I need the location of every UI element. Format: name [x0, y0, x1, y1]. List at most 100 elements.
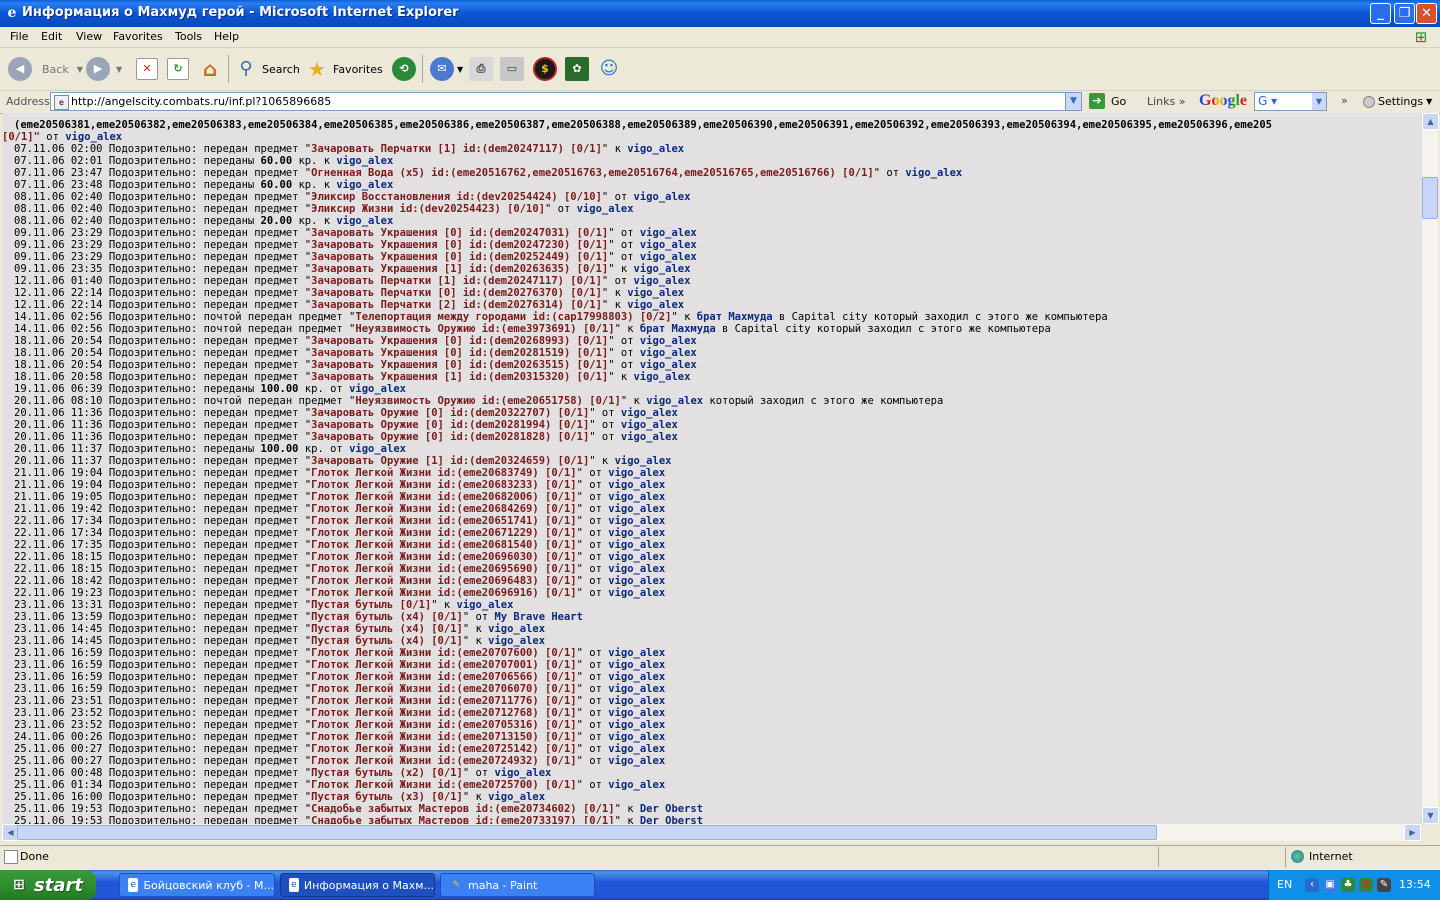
- user-link[interactable]: Der Oberst: [640, 815, 703, 824]
- favorites-button[interactable]: ★ Favorites: [305, 54, 383, 84]
- network-icon[interactable]: ▣: [1323, 878, 1337, 892]
- forward-button[interactable]: ▶ ▼: [86, 54, 122, 84]
- user-link[interactable]: vigo_alex: [608, 515, 665, 527]
- taskbar-item-paint[interactable]: ✎ maha - Paint: [440, 873, 595, 897]
- menu-help[interactable]: Help: [214, 30, 239, 43]
- user-link[interactable]: vigo_alex: [640, 239, 697, 251]
- user-link[interactable]: vigo_alex: [608, 719, 665, 731]
- user-link[interactable]: vigo_alex: [621, 431, 678, 443]
- scroll-right-icon[interactable]: ▶: [1404, 824, 1421, 841]
- user-link[interactable]: vigo_alex: [621, 407, 678, 419]
- continuation-user-link[interactable]: vigo_alex: [65, 131, 122, 143]
- menu-view[interactable]: View: [76, 30, 102, 43]
- user-link[interactable]: брат Махмуда: [640, 323, 716, 335]
- user-link[interactable]: vigo_alex: [608, 527, 665, 539]
- user-link[interactable]: vigo_alex: [608, 539, 665, 551]
- scroll-down-icon[interactable]: ▼: [1422, 807, 1439, 824]
- user-link[interactable]: vigo_alex: [634, 371, 691, 383]
- user-link[interactable]: vigo_alex: [608, 731, 665, 743]
- user-link[interactable]: vigo_alex: [608, 659, 665, 671]
- user-link[interactable]: vigo_alex: [608, 743, 665, 755]
- user-link[interactable]: брат Махмуда: [697, 311, 773, 323]
- user-link[interactable]: vigo_alex: [621, 419, 678, 431]
- more-chevron-icon[interactable]: »: [1341, 94, 1348, 107]
- menu-edit[interactable]: Edit: [41, 30, 62, 43]
- user-link[interactable]: vigo_alex: [627, 143, 684, 155]
- tray-expand-icon[interactable]: ‹: [1305, 878, 1319, 892]
- settings-button[interactable]: Settings ▼: [1363, 95, 1432, 108]
- menu-file[interactable]: File: [10, 30, 28, 43]
- user-link[interactable]: vigo_alex: [608, 503, 665, 515]
- user-link[interactable]: vigo_alex: [336, 215, 393, 227]
- user-link[interactable]: Der Oberst: [640, 803, 703, 815]
- print-button[interactable]: ⎙: [469, 54, 493, 84]
- user-link[interactable]: vigo_alex: [608, 491, 665, 503]
- back-button[interactable]: ◀ Back ▼: [8, 54, 83, 84]
- user-link[interactable]: vigo_alex: [608, 695, 665, 707]
- language-indicator[interactable]: EN: [1277, 878, 1292, 891]
- mail-button[interactable]: ✉ ▼: [430, 54, 463, 84]
- user-link[interactable]: vigo_alex: [608, 563, 665, 575]
- user-link[interactable]: vigo_alex: [640, 251, 697, 263]
- history-button[interactable]: ⟲: [392, 54, 416, 84]
- user-link[interactable]: vigo_alex: [627, 287, 684, 299]
- user-link[interactable]: vigo_alex: [646, 395, 703, 407]
- user-link[interactable]: vigo_alex: [608, 479, 665, 491]
- user-link[interactable]: vigo_alex: [905, 167, 962, 179]
- vertical-scrollbar[interactable]: ▲ ▼: [1421, 113, 1439, 824]
- home-button[interactable]: ⌂: [198, 54, 222, 84]
- user-link[interactable]: vigo_alex: [640, 359, 697, 371]
- user-link[interactable]: vigo_alex: [615, 455, 672, 467]
- user-link[interactable]: vigo_alex: [608, 647, 665, 659]
- user-link[interactable]: vigo_alex: [608, 551, 665, 563]
- user-link[interactable]: vigo_alex: [640, 335, 697, 347]
- menu-favorites[interactable]: Favorites: [113, 30, 163, 43]
- vertical-scroll-thumb[interactable]: [1422, 177, 1438, 219]
- icq-icon[interactable]: ✿: [1359, 878, 1373, 892]
- go-button[interactable]: ➔ Go: [1089, 93, 1126, 109]
- user-link[interactable]: vigo_alex: [608, 575, 665, 587]
- links-button[interactable]: Links »: [1147, 95, 1186, 108]
- user-link[interactable]: vigo_alex: [608, 779, 665, 791]
- user-link[interactable]: vigo_alex: [634, 275, 691, 287]
- user-link[interactable]: vigo_alex: [336, 179, 393, 191]
- user-link[interactable]: vigo_alex: [608, 467, 665, 479]
- address-dropdown-icon[interactable]: ▼: [1065, 93, 1081, 110]
- user-link[interactable]: vigo_alex: [577, 203, 634, 215]
- user-link[interactable]: vigo_alex: [349, 383, 406, 395]
- maximize-button[interactable]: ❐: [1394, 3, 1415, 24]
- stop-button[interactable]: ✕: [136, 54, 158, 84]
- user-link[interactable]: vigo_alex: [457, 599, 514, 611]
- google-dropdown-icon[interactable]: ▼: [1312, 93, 1326, 110]
- horizontal-scroll-thumb[interactable]: [17, 825, 1157, 840]
- horizontal-scrollbar[interactable]: ◀ ▶: [2, 824, 1421, 841]
- search-button[interactable]: ⚲ Search: [234, 54, 299, 84]
- user-link[interactable]: vigo_alex: [349, 443, 406, 455]
- messenger-button[interactable]: ☺: [597, 54, 621, 84]
- user-link[interactable]: vigo_alex: [336, 155, 393, 167]
- user-link[interactable]: vigo_alex: [608, 683, 665, 695]
- user-link[interactable]: My Brave Heart: [494, 611, 583, 623]
- tray-pen-icon[interactable]: ✎: [1377, 878, 1391, 892]
- google-search-select[interactable]: G ▾ ▼: [1254, 92, 1327, 111]
- user-link[interactable]: vigo_alex: [640, 347, 697, 359]
- close-button[interactable]: ✕: [1416, 3, 1437, 24]
- user-link[interactable]: vigo_alex: [488, 791, 545, 803]
- edit-button[interactable]: ▭: [500, 54, 524, 84]
- address-url[interactable]: http://angelscity.combats.ru/inf.pl?1065…: [71, 95, 331, 108]
- taskbar-item-info[interactable]: e Информация о Махм...: [280, 873, 435, 897]
- tray-app-icon[interactable]: ♣: [1341, 878, 1355, 892]
- back-dropdown-icon[interactable]: ▼: [77, 65, 83, 74]
- forward-dropdown-icon[interactable]: ▼: [116, 65, 122, 74]
- refresh-button[interactable]: ↻: [167, 54, 189, 84]
- mail-dropdown-icon[interactable]: ▼: [457, 65, 463, 74]
- user-link[interactable]: vigo_alex: [608, 707, 665, 719]
- user-link[interactable]: vigo_alex: [627, 299, 684, 311]
- scroll-up-icon[interactable]: ▲: [1422, 113, 1439, 130]
- user-link[interactable]: vigo_alex: [640, 227, 697, 239]
- user-link[interactable]: vigo_alex: [488, 635, 545, 647]
- user-link[interactable]: vigo_alex: [488, 623, 545, 635]
- user-link[interactable]: vigo_alex: [634, 191, 691, 203]
- address-input[interactable]: e http://angelscity.combats.ru/inf.pl?10…: [50, 92, 1082, 111]
- toolbar-addon-button-1[interactable]: $: [533, 54, 557, 84]
